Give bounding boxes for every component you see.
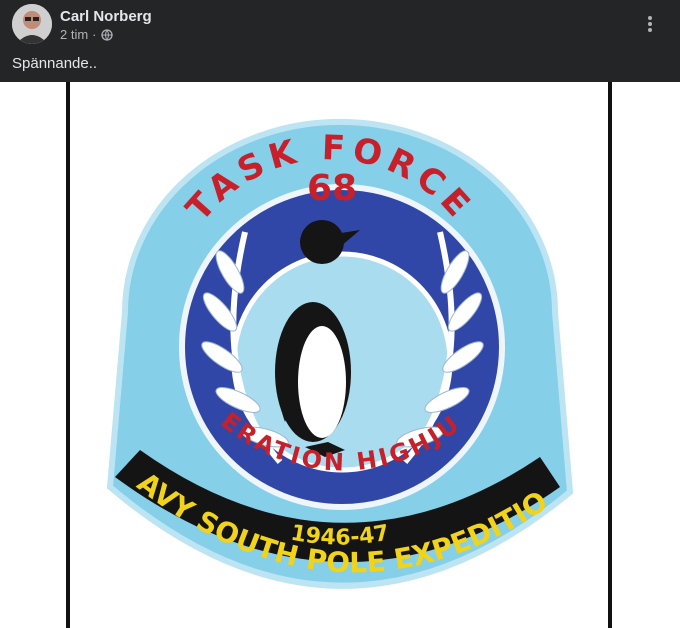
post-text: Spännande.. <box>12 55 98 72</box>
media-frame: TASK FORCE 68 OPERATION HIGHJUMP 1946-47… <box>66 82 612 628</box>
meta-separator: · <box>92 27 97 42</box>
post-time[interactable]: 2 tim <box>60 27 88 42</box>
post-header: Carl Norberg 2 tim · Spännande.. <box>0 0 680 82</box>
post-meta: 2 tim · <box>60 27 113 42</box>
author-avatar[interactable] <box>12 4 52 44</box>
patch-number: 68 <box>307 168 357 209</box>
author-name[interactable]: Carl Norberg <box>60 8 152 25</box>
globe-icon <box>100 28 113 41</box>
post-media[interactable]: TASK FORCE 68 OPERATION HIGHJUMP 1946-47… <box>0 82 680 628</box>
more-options-button[interactable] <box>638 12 662 36</box>
more-options-icon <box>648 16 652 32</box>
operation-highjump-patch: TASK FORCE 68 OPERATION HIGHJUMP 1946-47… <box>70 82 574 589</box>
